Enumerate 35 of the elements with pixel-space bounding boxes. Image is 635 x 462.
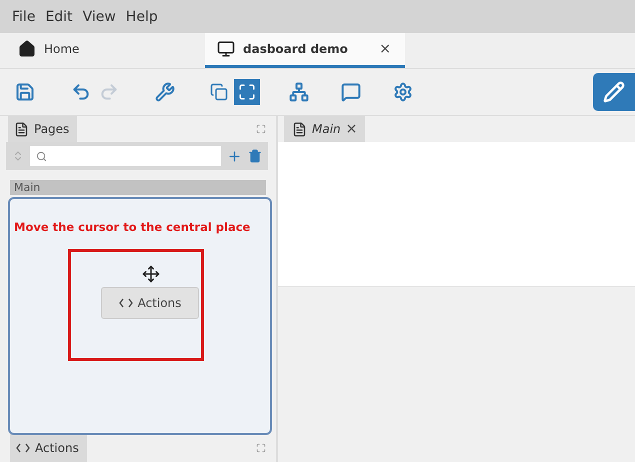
panel-title: Pages <box>34 122 70 136</box>
search-icon <box>36 150 47 162</box>
close-button[interactable]: × <box>346 121 358 137</box>
close-button[interactable]: × <box>379 41 391 57</box>
panel-tab[interactable]: Pages <box>8 116 78 142</box>
chip-label: Actions <box>138 296 182 310</box>
panel-title: Actions <box>35 441 79 455</box>
copy-icon <box>210 83 228 101</box>
page-item[interactable]: Main <box>10 180 266 195</box>
editor-tab-label: Main <box>312 122 341 136</box>
menu-item[interactable]: Edit <box>45 8 73 24</box>
home-icon <box>18 40 36 58</box>
annotation-text: Move the cursor to the central place <box>14 220 250 234</box>
menu-item[interactable]: View <box>82 8 116 24</box>
pencil-icon <box>603 81 625 103</box>
panel-tab[interactable]: Actions <box>10 434 87 462</box>
menu-item[interactable]: File <box>12 8 36 24</box>
pages-icon <box>14 122 29 136</box>
maximize-icon[interactable] <box>256 443 266 453</box>
add-icon[interactable] <box>227 148 242 164</box>
delete-icon[interactable] <box>248 149 262 163</box>
maximize-icon[interactable] <box>256 124 266 134</box>
edit-button[interactable] <box>593 73 635 111</box>
monitor-icon <box>217 40 235 58</box>
document-tab[interactable]: Home <box>0 33 205 68</box>
editor-tab[interactable]: Main × <box>284 116 366 142</box>
document-tab[interactable]: dasboard demo × <box>205 33 405 68</box>
code-icon <box>118 298 133 308</box>
code-icon <box>16 443 30 453</box>
frame-icon <box>238 83 256 101</box>
menu-item[interactable]: Help <box>126 8 158 24</box>
search-field[interactable] <box>30 146 221 166</box>
move-cursor-icon <box>142 265 160 283</box>
view-mode-button[interactable] <box>234 79 260 105</box>
page-icon <box>292 122 307 136</box>
